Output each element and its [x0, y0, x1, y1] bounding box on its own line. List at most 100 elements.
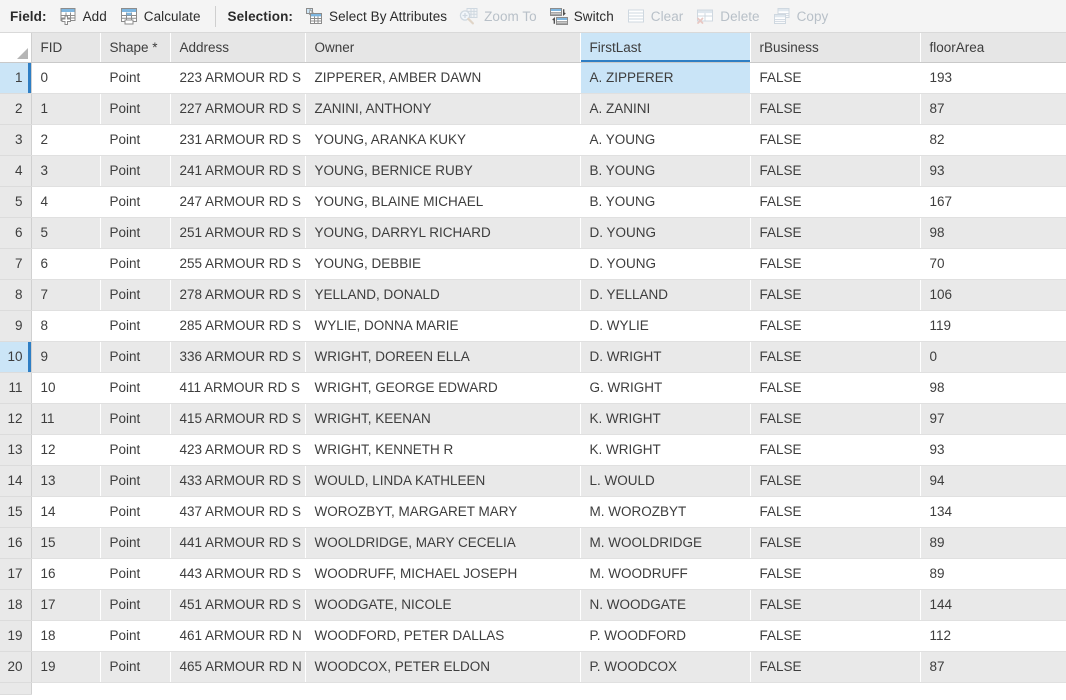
cell-rbus[interactable]: FALSE — [750, 527, 921, 559]
cell-shape[interactable]: Point — [100, 186, 171, 218]
cell-fid[interactable]: 0 — [31, 62, 101, 94]
table-row[interactable]: 15 14 Point 437 ARMOUR RD S WOROZBYT, MARGAR… — [0, 496, 1066, 528]
cell-address[interactable]: 336 ARMOUR RD S — [170, 341, 306, 373]
table-row-partial[interactable] — [0, 682, 1066, 695]
cell-first[interactable]: L. WOULD — [580, 465, 751, 497]
row-number-cell[interactable]: 1 — [0, 62, 32, 94]
cell-floor[interactable]: 87 — [920, 651, 1066, 683]
cell-owner[interactable]: YOUNG, DARRYL RICHARD — [305, 217, 581, 249]
cell-shape[interactable]: Point — [100, 403, 171, 435]
cell-address[interactable]: 227 ARMOUR RD S — [170, 93, 306, 125]
cell-rbus[interactable]: FALSE — [750, 558, 921, 590]
row-number-cell[interactable]: 11 — [0, 372, 32, 404]
cell-floor[interactable]: 167 — [920, 186, 1066, 218]
cell-floor[interactable] — [920, 682, 1066, 694]
cell-address[interactable]: 241 ARMOUR RD S — [170, 155, 306, 187]
cell-fid[interactable]: 18 — [31, 620, 101, 652]
cell-rbus[interactable]: FALSE — [750, 279, 921, 311]
row-number-cell[interactable]: 6 — [0, 217, 32, 249]
cell-address[interactable]: 223 ARMOUR RD S — [170, 62, 306, 94]
table-row[interactable]: 5 4 Point 247 ARMOUR RD S YOUNG, BLAINE MICH… — [0, 186, 1066, 218]
cell-floor[interactable]: 93 — [920, 155, 1066, 187]
cell-address[interactable]: 441 ARMOUR RD S — [170, 527, 306, 559]
cell-owner[interactable]: WOODFORD, PETER DALLAS — [305, 620, 581, 652]
cell-owner[interactable]: WRIGHT, KEENAN — [305, 403, 581, 435]
cell-floor[interactable]: 94 — [920, 465, 1066, 497]
cell-address[interactable]: 465 ARMOUR RD N — [170, 651, 306, 683]
table-row[interactable]: 8 7 Point 278 ARMOUR RD S YELLAND, DONALD D. … — [0, 279, 1066, 311]
cell-rbus[interactable]: FALSE — [750, 651, 921, 683]
table-row[interactable]: 13 12 Point 423 ARMOUR RD S WRIGHT, KENNETH … — [0, 434, 1066, 466]
cell-fid[interactable]: 4 — [31, 186, 101, 218]
cell-floor[interactable]: 134 — [920, 496, 1066, 528]
cell-address[interactable]: 247 ARMOUR RD S — [170, 186, 306, 218]
cell-first-active[interactable]: A. ZIPPERER — [580, 62, 751, 94]
cell-floor[interactable]: 144 — [920, 589, 1066, 621]
cell-owner[interactable]: WYLIE, DONNA MARIE — [305, 310, 581, 342]
row-number-cell[interactable]: 10 — [0, 341, 32, 373]
row-number-cell[interactable]: 12 — [0, 403, 32, 435]
cell-owner[interactable]: YOUNG, ARANKA KUKY — [305, 124, 581, 156]
table-row[interactable]: 11 10 Point 411 ARMOUR RD S WRIGHT, GEORGE E… — [0, 372, 1066, 404]
cell-rbus[interactable]: FALSE — [750, 434, 921, 466]
cell-rbus[interactable]: FALSE — [750, 186, 921, 218]
column-header-first[interactable]: FirstLast — [580, 33, 751, 63]
row-number-cell[interactable]: 5 — [0, 186, 32, 218]
row-number-cell[interactable]: 13 — [0, 434, 32, 466]
row-number-cell[interactable]: 19 — [0, 620, 32, 652]
calculate-button[interactable]: Calculate — [115, 3, 209, 30]
cell-first[interactable] — [580, 682, 751, 694]
cell-rbus[interactable]: FALSE — [750, 465, 921, 497]
cell-owner[interactable]: WOODCOX, PETER ELDON — [305, 651, 581, 683]
cell-first[interactable]: D. YOUNG — [580, 248, 751, 280]
cell-fid[interactable]: 9 — [31, 341, 101, 373]
column-header-shape[interactable]: Shape * — [100, 33, 171, 63]
cell-fid[interactable]: 15 — [31, 527, 101, 559]
cell-fid[interactable]: 11 — [31, 403, 101, 435]
cell-floor[interactable]: 87 — [920, 93, 1066, 125]
cell-floor[interactable]: 98 — [920, 372, 1066, 404]
cell-fid[interactable]: 2 — [31, 124, 101, 156]
row-number-cell[interactable]: 4 — [0, 155, 32, 187]
cell-owner[interactable]: WOODGATE, NICOLE — [305, 589, 581, 621]
cell-fid[interactable]: 14 — [31, 496, 101, 528]
table-row[interactable]: 17 16 Point 443 ARMOUR RD S WOODRUFF, MICHAE… — [0, 558, 1066, 590]
column-header-owner[interactable]: Owner — [305, 33, 581, 63]
row-number-cell[interactable]: 3 — [0, 124, 32, 156]
cell-floor[interactable]: 93 — [920, 434, 1066, 466]
cell-first[interactable]: P. WOODFORD — [580, 620, 751, 652]
row-number-cell[interactable]: 7 — [0, 248, 32, 280]
cell-shape[interactable]: Point — [100, 527, 171, 559]
cell-shape[interactable]: Point — [100, 155, 171, 187]
cell-floor[interactable]: 98 — [920, 217, 1066, 249]
column-header-floor[interactable]: floorArea — [920, 33, 1066, 63]
cell-owner[interactable]: WOOLDRIDGE, MARY CECELIA — [305, 527, 581, 559]
cell-owner[interactable]: WRIGHT, DOREEN ELLA — [305, 341, 581, 373]
row-number-cell[interactable] — [0, 682, 32, 695]
table-row[interactable]: 10 9 Point 336 ARMOUR RD S WRIGHT, DOREEN EL… — [0, 341, 1066, 373]
table-row[interactable]: 9 8 Point 285 ARMOUR RD S WYLIE, DONNA MARIE… — [0, 310, 1066, 342]
cell-address[interactable]: 461 ARMOUR RD N — [170, 620, 306, 652]
table-row[interactable]: 6 5 Point 251 ARMOUR RD S YOUNG, DARRYL RICH… — [0, 217, 1066, 249]
cell-floor[interactable]: 70 — [920, 248, 1066, 280]
cell-owner[interactable]: ZANINI, ANTHONY — [305, 93, 581, 125]
cell-address[interactable]: 411 ARMOUR RD S — [170, 372, 306, 404]
cell-address[interactable]: 423 ARMOUR RD S — [170, 434, 306, 466]
column-header-address[interactable]: Address — [170, 33, 306, 63]
row-number-cell[interactable]: 16 — [0, 527, 32, 559]
cell-floor[interactable]: 97 — [920, 403, 1066, 435]
row-number-cell[interactable]: 8 — [0, 279, 32, 311]
cell-first[interactable]: D. YOUNG — [580, 217, 751, 249]
table-row[interactable]: 18 17 Point 451 ARMOUR RD S WOODGATE, NICOLE… — [0, 589, 1066, 621]
cell-fid[interactable]: 1 — [31, 93, 101, 125]
cell-address[interactable]: 443 ARMOUR RD S — [170, 558, 306, 590]
cell-rbus[interactable]: FALSE — [750, 372, 921, 404]
cell-address[interactable]: 251 ARMOUR RD S — [170, 217, 306, 249]
cell-first[interactable]: B. YOUNG — [580, 155, 751, 187]
cell-shape[interactable]: Point — [100, 217, 171, 249]
cell-address[interactable]: 437 ARMOUR RD S — [170, 496, 306, 528]
cell-owner[interactable]: YOUNG, DEBBIE — [305, 248, 581, 280]
cell-shape[interactable]: Point — [100, 434, 171, 466]
cell-shape[interactable]: Point — [100, 248, 171, 280]
cell-address[interactable]: 278 ARMOUR RD S — [170, 279, 306, 311]
